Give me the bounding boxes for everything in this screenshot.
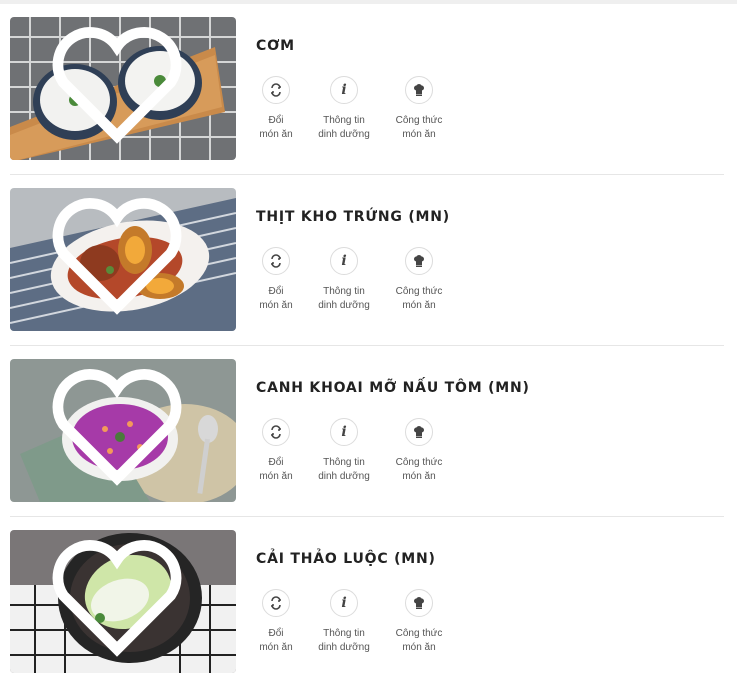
nutrition-info-button[interactable]: i Thông tin dinh dưỡng <box>309 418 379 484</box>
chef-hat-icon <box>414 597 424 609</box>
favorite-heart-icon[interactable] <box>10 188 230 325</box>
swap-icon <box>271 425 281 439</box>
nutrition-info-button[interactable]: i Thông tin dinh dưỡng <box>309 589 379 655</box>
info-icon: i <box>341 253 347 269</box>
action-label-line1: Công thức <box>395 457 443 468</box>
swap-dish-button[interactable]: Đổi món ăn <box>241 247 311 313</box>
favorite-heart-icon[interactable] <box>10 530 230 667</box>
action-label-line2: món ăn <box>259 471 293 482</box>
action-label-line2: món ăn <box>259 642 293 653</box>
action-label-line2: món ăn <box>259 300 293 311</box>
action-label-line1: Công thức <box>395 628 443 639</box>
action-label-line2: món ăn <box>402 300 436 311</box>
favorite-heart-icon[interactable] <box>10 359 230 496</box>
chef-hat-icon <box>414 426 424 438</box>
action-label-line1: Đổi <box>268 457 284 468</box>
swap-dish-button[interactable]: Đổi món ăn <box>241 589 311 655</box>
action-label-line1: Thông tin <box>323 115 365 126</box>
action-label-line2: dinh dưỡng <box>318 642 370 653</box>
swap-dish-button[interactable]: Đổi món ăn <box>241 76 311 142</box>
dish-title: CẢI THẢO LUỘC (MN) <box>256 551 436 567</box>
dish-item: CANH KHOAI MỠ NẤU TÔM (MN) Đổi món ăn i T… <box>0 342 737 517</box>
action-label-line1: Thông tin <box>323 628 365 639</box>
dish-photo-yam-soup[interactable] <box>10 359 236 502</box>
action-label-line1: Đổi <box>268 115 284 126</box>
action-label-line1: Đổi <box>268 628 284 639</box>
action-label-line2: dinh dưỡng <box>318 300 370 311</box>
info-icon: i <box>341 595 347 611</box>
action-label-line2: dinh dưỡng <box>318 471 370 482</box>
dish-item: THỊT KHO TRỨNG (MN) Đổi món ăn i Thông ti… <box>0 171 737 346</box>
dish-photo-cabbage[interactable] <box>10 530 236 673</box>
recipe-button[interactable]: Công thức món ăn <box>384 76 454 142</box>
swap-icon <box>271 83 281 97</box>
info-icon: i <box>341 424 347 440</box>
swap-dish-button[interactable]: Đổi món ăn <box>241 418 311 484</box>
action-label-line2: món ăn <box>402 129 436 140</box>
dish-item: CƠM Đổi món ăn i Thông tin dinh dưỡng Công… <box>0 0 737 175</box>
nutrition-info-button[interactable]: i Thông tin dinh dưỡng <box>309 76 379 142</box>
meal-menu-page: CƠM Đổi món ăn i Thông tin dinh dưỡng Công… <box>0 0 737 678</box>
chef-hat-icon <box>414 255 424 267</box>
swap-icon <box>271 254 281 268</box>
dish-title: THỊT KHO TRỨNG (MN) <box>256 209 450 225</box>
nutrition-info-button[interactable]: i Thông tin dinh dưỡng <box>309 247 379 313</box>
action-label-line1: Công thức <box>395 286 443 297</box>
recipe-button[interactable]: Công thức món ăn <box>384 247 454 313</box>
action-label-line1: Thông tin <box>323 457 365 468</box>
dish-photo-braised-pork[interactable] <box>10 188 236 331</box>
action-label-line2: món ăn <box>402 471 436 482</box>
action-label-line1: Thông tin <box>323 286 365 297</box>
action-label-line2: dinh dưỡng <box>318 129 370 140</box>
action-label-line2: món ăn <box>259 129 293 140</box>
dish-title: CANH KHOAI MỠ NẤU TÔM (MN) <box>256 380 530 396</box>
swap-icon <box>271 596 281 610</box>
dish-photo-rice[interactable] <box>10 17 236 160</box>
recipe-button[interactable]: Công thức món ăn <box>384 418 454 484</box>
recipe-button[interactable]: Công thức món ăn <box>384 589 454 655</box>
info-icon: i <box>341 82 347 98</box>
action-label-line1: Đổi <box>268 286 284 297</box>
favorite-heart-icon[interactable] <box>10 17 230 154</box>
action-label-line1: Công thức <box>395 115 443 126</box>
chef-hat-icon <box>414 84 424 96</box>
dish-title: CƠM <box>256 38 295 54</box>
action-label-line2: món ăn <box>402 642 436 653</box>
dish-item: CẢI THẢO LUỘC (MN) Đổi món ăn i Thông tin… <box>0 513 737 678</box>
